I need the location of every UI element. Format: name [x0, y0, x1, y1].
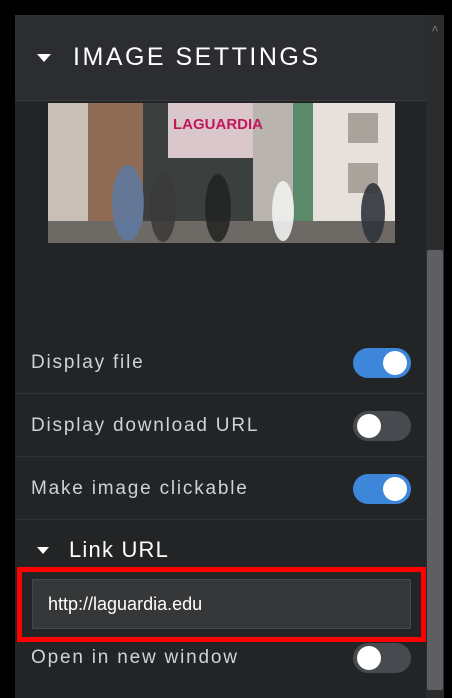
toggle-knob — [357, 413, 381, 438]
link-url-subheader[interactable]: Link URL — [15, 533, 426, 567]
toggle-knob — [383, 350, 407, 375]
display-download-url-toggle[interactable] — [353, 410, 411, 441]
display-file-toggle[interactable] — [353, 347, 411, 378]
preview-signage: LAGUARDIA — [173, 116, 263, 133]
caret-down-icon — [37, 546, 49, 554]
make-image-clickable-toggle[interactable] — [353, 473, 411, 504]
image-preview: LAGUARDIA — [48, 103, 395, 243]
toggle-knob — [383, 476, 407, 501]
open-new-window-row: Open in new window — [15, 627, 426, 689]
chevron-up-icon[interactable]: ˄ — [427, 20, 443, 38]
scrollbar-thumb[interactable] — [427, 250, 443, 690]
link-url-input[interactable] — [32, 579, 411, 629]
image-settings-panel: IMAGE SETTINGS LAGUARDIA Display file Di… — [15, 15, 426, 698]
open-new-window-toggle[interactable] — [353, 643, 411, 673]
make-image-clickable-label: Make image clickable — [31, 477, 249, 499]
display-download-url-row: Display download URL — [15, 395, 426, 457]
link-url-heading: Link URL — [69, 537, 170, 562]
toggle-knob — [357, 646, 381, 670]
display-file-row: Display file — [15, 332, 426, 394]
image-settings-header[interactable]: IMAGE SETTINGS — [15, 15, 426, 101]
caret-down-icon — [37, 53, 51, 62]
open-new-window-label: Open in new window — [31, 647, 239, 668]
image-preview-photo: LAGUARDIA — [48, 103, 395, 243]
display-file-label: Display file — [31, 351, 145, 373]
display-download-url-label: Display download URL — [31, 414, 260, 436]
make-image-clickable-row: Make image clickable — [15, 458, 426, 520]
section-title: IMAGE SETTINGS — [73, 43, 321, 71]
